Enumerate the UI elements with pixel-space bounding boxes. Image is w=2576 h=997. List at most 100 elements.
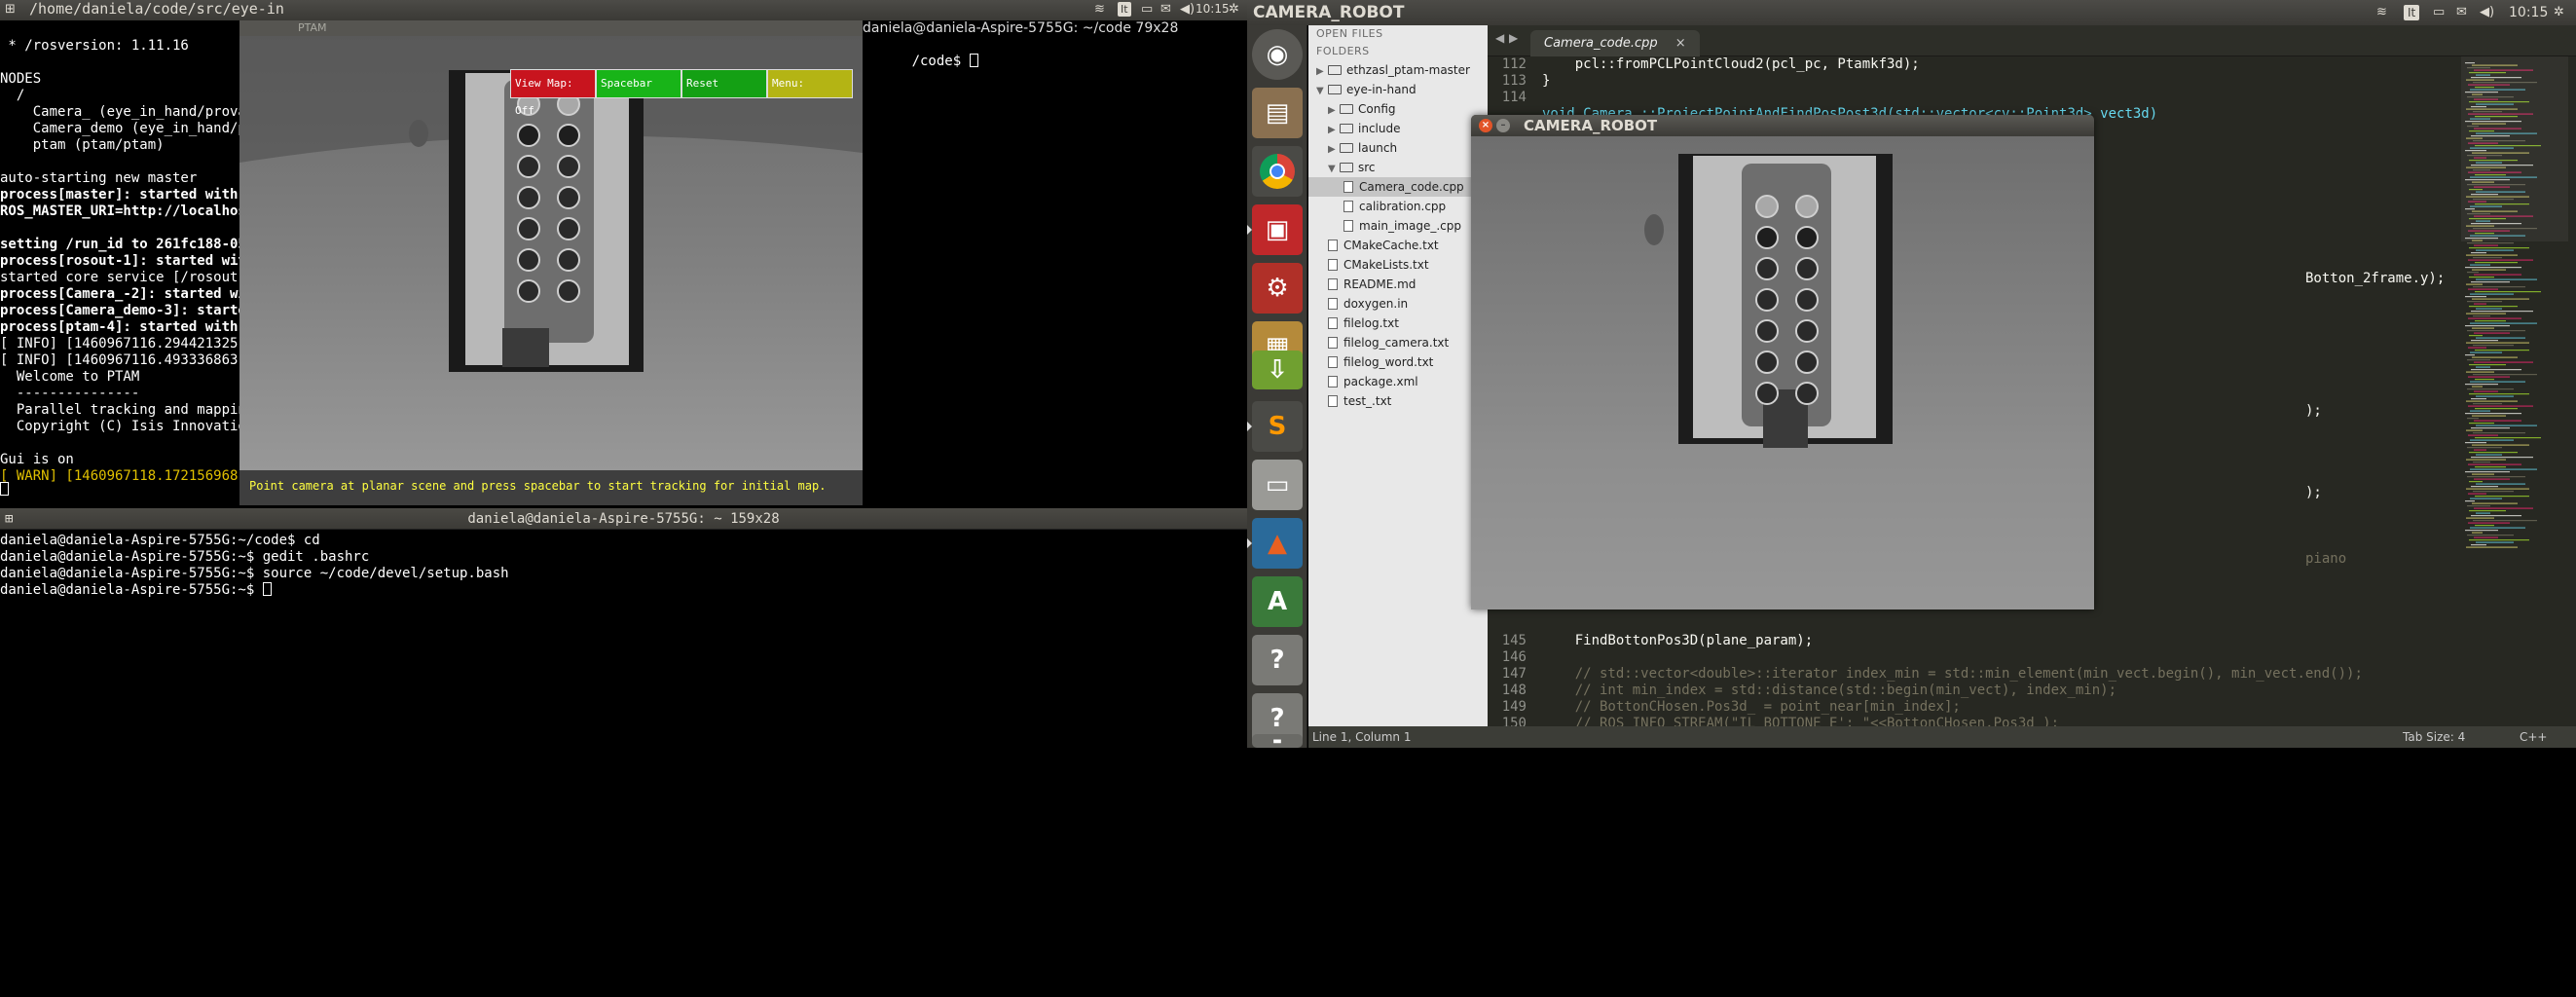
terminal-menu-icon[interactable]: ⊞ [5, 0, 16, 18]
minimap-line [2465, 500, 2475, 502]
ptam-title: PTAM [298, 21, 327, 34]
elevator-button [517, 217, 540, 240]
sidebar-folder[interactable]: ▶ launch [1308, 138, 1488, 158]
mail-icon[interactable]: ✉ [2456, 0, 2467, 25]
sidebar-folder[interactable]: ▶ include [1308, 119, 1488, 138]
file-icon [1328, 240, 1338, 251]
minimap-line [2476, 483, 2525, 485]
terminal-icon[interactable]: ▣ [1252, 204, 1303, 255]
ptam-button-menu[interactable]: Menu: [767, 69, 853, 98]
chevron-right-icon[interactable]: ▶ [1316, 62, 1328, 82]
dash-home-icon[interactable]: ◉ [1252, 29, 1303, 80]
battery-icon[interactable]: ▭ [1141, 0, 1153, 18]
sidebar-folder[interactable]: ▶ Config [1308, 99, 1488, 119]
files-icon[interactable]: ▤ [1252, 88, 1303, 138]
elevator-button [1795, 257, 1819, 280]
status-syntax[interactable]: C++ [2520, 726, 2548, 748]
sidebar-item-label: package.xml [1343, 375, 1418, 388]
clock[interactable]: 10:15 [1196, 0, 1230, 18]
minimap-line [2472, 386, 2483, 388]
chevron-down-icon[interactable]: ▼ [1316, 82, 1328, 101]
sidebar-folder[interactable]: ▼ eye-in-hand [1308, 80, 1488, 99]
camera-robot-titlebar[interactable]: × – CAMERA_ROBOT [1471, 115, 2094, 136]
chevron-right-icon[interactable]: ▶ [1328, 140, 1340, 160]
tab-label: Camera_code.cpp [1544, 36, 1658, 51]
sidebar-file[interactable]: main_image_.cpp [1308, 216, 1488, 236]
tab-camera-code[interactable]: Camera_code.cpp × [1530, 30, 1700, 56]
tab-scroll-left-icon[interactable]: ◀ [1495, 31, 1504, 45]
terminal-bottom-titlebar[interactable]: ⊞ daniela@daniela-Aspire-5755G: ~ 159x28 [0, 508, 1247, 530]
sidebar-file[interactable]: filelog_word.txt [1308, 352, 1488, 372]
status-tab-size[interactable]: Tab Size: 4 [2403, 726, 2465, 748]
ptam-window[interactable]: PTAM View Map: Off Spacebar Reset Menu: Poi… [239, 20, 863, 505]
open-files-header[interactable]: OPEN FILES [1308, 25, 1488, 43]
terminal-menu-icon[interactable]: ⊞ [5, 508, 13, 530]
matlab-icon[interactable]: ▲ [1252, 518, 1303, 569]
minimap-line [2470, 410, 2490, 412]
elevator-button [1795, 226, 1819, 249]
sidebar-file[interactable]: README.md [1308, 275, 1488, 294]
volume-icon[interactable]: ◀) [2480, 0, 2494, 25]
ptam-titlebar[interactable]: PTAM [239, 20, 863, 36]
download-icon[interactable]: ⇩ [1252, 351, 1303, 389]
settings-icon[interactable]: ⚙ [1252, 263, 1303, 314]
sidebar-item-label: README.md [1343, 277, 1417, 291]
unknown-app-icon[interactable]: ? [1252, 635, 1303, 685]
line-number: 147 [1501, 666, 1527, 682]
minimap-line [2472, 415, 2506, 417]
sidebar-item-label: filelog_camera.txt [1343, 336, 1450, 350]
active-window-title: CAMERA_ROBOT [1253, 3, 1405, 22]
sidebar-folder[interactable]: ▼ src [1308, 158, 1488, 177]
keyboard-layout-indicator[interactable]: It [2404, 5, 2420, 20]
minimap-line [2475, 350, 2529, 351]
mail-icon[interactable]: ✉ [1160, 0, 1171, 18]
tab-scroll-right-icon[interactable]: ▶ [1509, 31, 1518, 45]
sidebar-file[interactable]: package.xml [1308, 372, 1488, 391]
minimap-line [2467, 418, 2479, 420]
sidebar-file[interactable]: test_.txt [1308, 391, 1488, 411]
chevron-down-icon[interactable]: ▼ [1328, 160, 1340, 179]
terminal-bottom[interactable]: ⊞ daniela@daniela-Aspire-5755G: ~ 159x28… [0, 508, 1247, 997]
ptam-button-reset[interactable]: Reset [681, 69, 767, 98]
minimize-button[interactable]: – [1496, 119, 1510, 132]
ptam-status-message: Point camera at planar scene and press s… [249, 479, 827, 493]
minimap-line [2470, 468, 2537, 470]
minimap-line [2471, 369, 2521, 371]
close-button[interactable]: × [1479, 119, 1492, 132]
software-updater-icon[interactable]: A [1252, 576, 1303, 627]
sidebar-file[interactable]: filelog_camera.txt [1308, 333, 1488, 352]
chrome-icon[interactable] [1252, 146, 1303, 197]
sidebar-file[interactable]: calibration.cpp [1308, 197, 1488, 216]
tab-close-icon[interactable]: × [1675, 36, 1686, 51]
minimap-line [2475, 379, 2494, 381]
trash-icon[interactable]: ▬ [1252, 734, 1303, 748]
ptam-button-spacebar[interactable]: Spacebar [596, 69, 681, 98]
minimap[interactable] [2461, 56, 2576, 726]
terminal-line: setting /run_id to 261fc188-053 [0, 237, 255, 252]
sidebar-file[interactable]: Camera_code.cpp [1308, 177, 1488, 197]
wifi-icon[interactable]: ≋ [2376, 0, 2387, 25]
sidebar-file[interactable]: CMakeLists.txt [1308, 255, 1488, 275]
clock[interactable]: 10:15 [2509, 0, 2548, 25]
camera-robot-window[interactable]: × – CAMERA_ROBOT [1471, 115, 2094, 609]
folders-header[interactable]: FOLDERS [1308, 43, 1488, 60]
battery-icon[interactable]: ▭ [2433, 0, 2445, 25]
sidebar-file[interactable]: filelog.txt [1308, 314, 1488, 333]
sidebar-file[interactable]: doxygen.in [1308, 294, 1488, 314]
minimap-line [2473, 315, 2490, 317]
sidebar-folder[interactable]: ▶ ethzasl_ptam-master [1308, 60, 1488, 80]
sidebar-item-label: calibration.cpp [1359, 200, 1447, 213]
terminal-line: * /rosversion: 1.11.16 [0, 38, 189, 54]
keyboard-layout-indicator[interactable]: It [1118, 2, 1131, 17]
disk-drive-icon[interactable]: ▭ [1252, 460, 1303, 510]
gear-icon[interactable]: ✲ [2554, 0, 2564, 25]
chevron-right-icon[interactable]: ▶ [1328, 121, 1340, 140]
volume-icon[interactable]: ◀) [1180, 0, 1195, 18]
minimap-line [2470, 381, 2525, 383]
chevron-right-icon[interactable]: ▶ [1328, 101, 1340, 121]
gear-icon[interactable]: ✲ [1229, 0, 1239, 18]
ptam-button-view-map-off[interactable]: View Map: Off [510, 69, 596, 117]
wifi-icon[interactable]: ≋ [1094, 0, 1105, 18]
sublime-text-icon[interactable]: S [1252, 401, 1303, 452]
sidebar-file[interactable]: CMakeCache.txt [1308, 236, 1488, 255]
